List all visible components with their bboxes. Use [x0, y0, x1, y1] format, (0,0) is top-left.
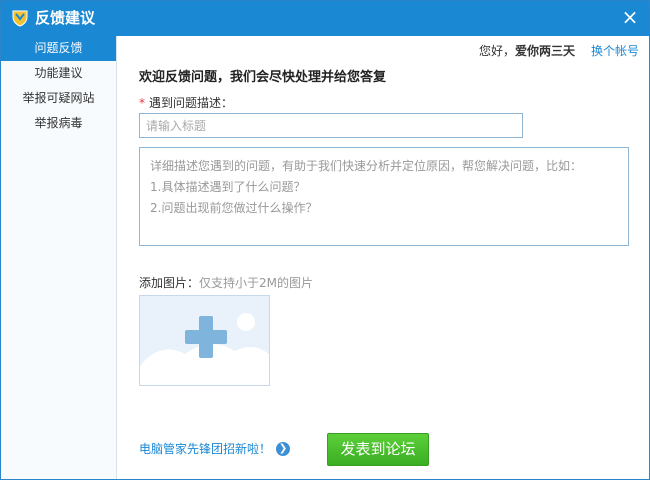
problem-label-text: 遇到问题描述：: [149, 96, 234, 110]
username: 爱你两三天: [514, 44, 575, 58]
description-placeholder-line: 2.问题出现前您做过什么操作？: [150, 201, 318, 215]
sidebar-item-report-suspicious-site[interactable]: 举报可疑网站: [1, 86, 116, 111]
greeting-text: 您好，: [478, 44, 515, 58]
description-placeholder-line: 1.具体描述遇到了什么问题？: [150, 180, 306, 194]
image-upload-button[interactable]: [139, 295, 270, 386]
sidebar-item-report-virus[interactable]: 举报病毒: [1, 111, 116, 136]
add-image-hint: 仅支持小于2M的图片: [199, 276, 314, 290]
switch-account-link[interactable]: 换个帐号: [591, 44, 639, 58]
description-textarea[interactable]: 详细描述您遇到的问题，有助于我们快速分析并定位原因，帮您解决问题，比如： 1.具…: [139, 147, 629, 246]
user-bar: 您好，爱你两三天 换个帐号: [479, 42, 639, 59]
add-image-label: 添加图片：仅支持小于2M的图片: [139, 274, 313, 291]
page-heading: 欢迎反馈问题，我们会尽快处理并给您答复: [139, 70, 387, 85]
close-icon[interactable]: ×: [617, 5, 643, 29]
post-to-forum-button[interactable]: 发表到论坛: [327, 433, 429, 466]
window-title: 反馈建议: [35, 9, 96, 27]
sidebar-item-label: 功能建议: [34, 66, 83, 80]
main-panel: 您好，爱你两三天 换个帐号 欢迎反馈问题，我们会尽快处理并给您答复 * 遇到问题描述…: [118, 36, 649, 479]
sidebar-item-feature-suggestion[interactable]: 功能建议: [1, 61, 116, 86]
shield-logo-icon: [12, 10, 28, 27]
sidebar: 问题反馈 功能建议 举报可疑网站 举报病毒: [1, 36, 117, 479]
title-input[interactable]: [139, 113, 523, 138]
required-mark: *: [139, 96, 145, 110]
image-placeholder-icon: [140, 296, 269, 385]
problem-description-label: * 遇到问题描述：: [139, 94, 233, 111]
recruit-link[interactable]: 电脑管家先锋团招新啦！ ❯: [139, 440, 291, 457]
description-placeholder-line: 详细描述您遇到的问题，有助于我们快速分析并定位原因，帮您解决问题，比如：: [150, 159, 583, 173]
sidebar-item-problem-feedback[interactable]: 问题反馈: [1, 36, 116, 61]
add-image-label-text: 添加图片：: [139, 276, 200, 290]
recruit-link-text: 电脑管家先锋团招新啦！: [139, 442, 272, 456]
sidebar-item-label: 问题反馈: [34, 41, 83, 55]
arrow-right-icon: ❯: [276, 441, 291, 456]
sidebar-item-label: 举报病毒: [34, 116, 83, 130]
sidebar-item-label: 举报可疑网站: [22, 91, 95, 105]
title-bar: 反馈建议 ×: [1, 1, 649, 36]
feedback-window: 反馈建议 × 问题反馈 功能建议 举报可疑网站 举报病毒 您好，爱你两三天 换个帐…: [0, 0, 650, 480]
